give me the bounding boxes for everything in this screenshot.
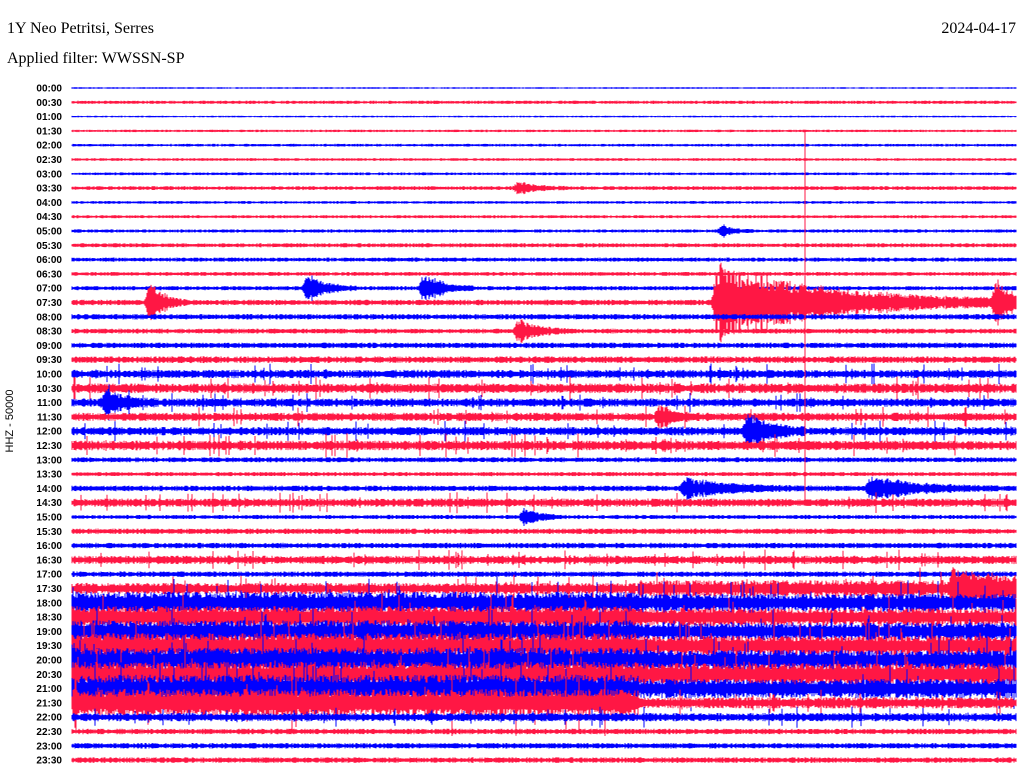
seismic-trace bbox=[71, 528, 1017, 535]
row-time-label: 10:00 bbox=[36, 370, 62, 381]
helicorder-plot: 00:00 00:30 01:00 01:30 02:00 02:30 03:00 03:30… bbox=[36, 84, 1017, 767]
row-time-label: 01:30 bbox=[36, 126, 62, 137]
row-time-label: 03:30 bbox=[36, 184, 62, 195]
row-time-label: 19:00 bbox=[36, 627, 62, 638]
row-time-label: 04:30 bbox=[36, 212, 62, 223]
seismic-trace bbox=[71, 215, 1017, 219]
seismic-trace bbox=[71, 571, 1017, 577]
row-time-label: 07:30 bbox=[36, 298, 62, 309]
seismic-trace bbox=[71, 508, 1017, 526]
seismic-trace bbox=[71, 201, 1017, 204]
seismic-trace bbox=[71, 224, 1017, 238]
seismic-trace bbox=[71, 172, 1017, 176]
seismic-trace bbox=[71, 143, 1017, 147]
row-time-label: 15:00 bbox=[36, 513, 62, 524]
row-time-label: 00:30 bbox=[36, 98, 62, 109]
row-time-label: 16:00 bbox=[36, 541, 62, 552]
row-time-label: 22:30 bbox=[36, 727, 62, 738]
row-time-label: 00:00 bbox=[36, 84, 62, 95]
seismic-trace bbox=[71, 549, 1017, 571]
row-time-label: 11:30 bbox=[37, 412, 62, 423]
row-time-label: 20:00 bbox=[36, 656, 62, 667]
seismic-trace bbox=[71, 542, 1017, 549]
row-time-label: 03:00 bbox=[36, 169, 62, 180]
row-time-label: 07:00 bbox=[36, 284, 62, 295]
row-time-label: 18:00 bbox=[36, 598, 62, 609]
row-time-label: 02:00 bbox=[36, 141, 62, 152]
row-time-label: 14:30 bbox=[36, 498, 62, 509]
row-time-label: 12:30 bbox=[36, 441, 62, 452]
seismic-trace bbox=[71, 182, 1017, 195]
row-time-label: 21:00 bbox=[36, 684, 62, 695]
row-time-label: 21:30 bbox=[36, 698, 62, 709]
row-time-label: 16:30 bbox=[36, 555, 62, 566]
seismic-trace bbox=[71, 271, 1017, 276]
seismic-trace bbox=[71, 158, 1017, 161]
seismic-trace bbox=[71, 100, 1017, 104]
row-time-label: 04:00 bbox=[36, 198, 62, 209]
row-time-label: 10:30 bbox=[36, 384, 62, 395]
seismic-trace bbox=[71, 129, 1017, 133]
row-time-label: 05:30 bbox=[36, 241, 62, 252]
seismic-trace bbox=[71, 472, 1017, 477]
row-time-label: 01:00 bbox=[36, 112, 62, 123]
row-time-label: 09:00 bbox=[36, 341, 62, 352]
seismic-trace bbox=[71, 243, 1017, 248]
row-time-label: 14:00 bbox=[36, 484, 62, 495]
seismic-trace bbox=[71, 319, 1017, 343]
seismic-trace bbox=[71, 314, 1017, 320]
row-time-label: 19:30 bbox=[36, 641, 62, 652]
row-time-label: 08:30 bbox=[36, 327, 62, 338]
seismic-trace bbox=[71, 757, 1017, 763]
row-time-label: 13:30 bbox=[36, 470, 62, 481]
row-time-label: 06:00 bbox=[36, 255, 62, 266]
seismic-trace bbox=[71, 342, 1017, 349]
row-time-label: 18:30 bbox=[36, 613, 62, 624]
row-time-label: 23:30 bbox=[36, 756, 62, 767]
row-time-label: 11:00 bbox=[37, 398, 62, 409]
row-time-label: 20:30 bbox=[36, 670, 62, 681]
row-time-label: 15:30 bbox=[36, 527, 62, 538]
row-time-label: 09:30 bbox=[36, 355, 62, 366]
row-time-label: 05:00 bbox=[36, 227, 62, 238]
seismic-trace bbox=[71, 728, 1017, 735]
row-time-label: 13:00 bbox=[36, 455, 62, 466]
row-time-label: 17:00 bbox=[36, 570, 62, 581]
row-time-label: 02:30 bbox=[36, 155, 62, 166]
seismic-trace bbox=[71, 87, 1017, 89]
row-time-label: 23:00 bbox=[36, 741, 62, 752]
row-time-label: 17:30 bbox=[36, 584, 62, 595]
row-time-label: 22:00 bbox=[36, 713, 62, 724]
seismic-trace bbox=[71, 457, 1017, 463]
row-time-label: 08:00 bbox=[36, 312, 62, 323]
seismic-trace bbox=[71, 356, 1017, 364]
seismic-trace bbox=[71, 257, 1017, 262]
seismic-trace bbox=[71, 743, 1017, 749]
seismic-trace bbox=[71, 476, 1017, 501]
row-time-label: 12:00 bbox=[36, 427, 62, 438]
seismic-trace bbox=[71, 363, 1017, 385]
seismic-trace bbox=[71, 115, 1017, 118]
row-time-label: 06:30 bbox=[36, 269, 62, 280]
